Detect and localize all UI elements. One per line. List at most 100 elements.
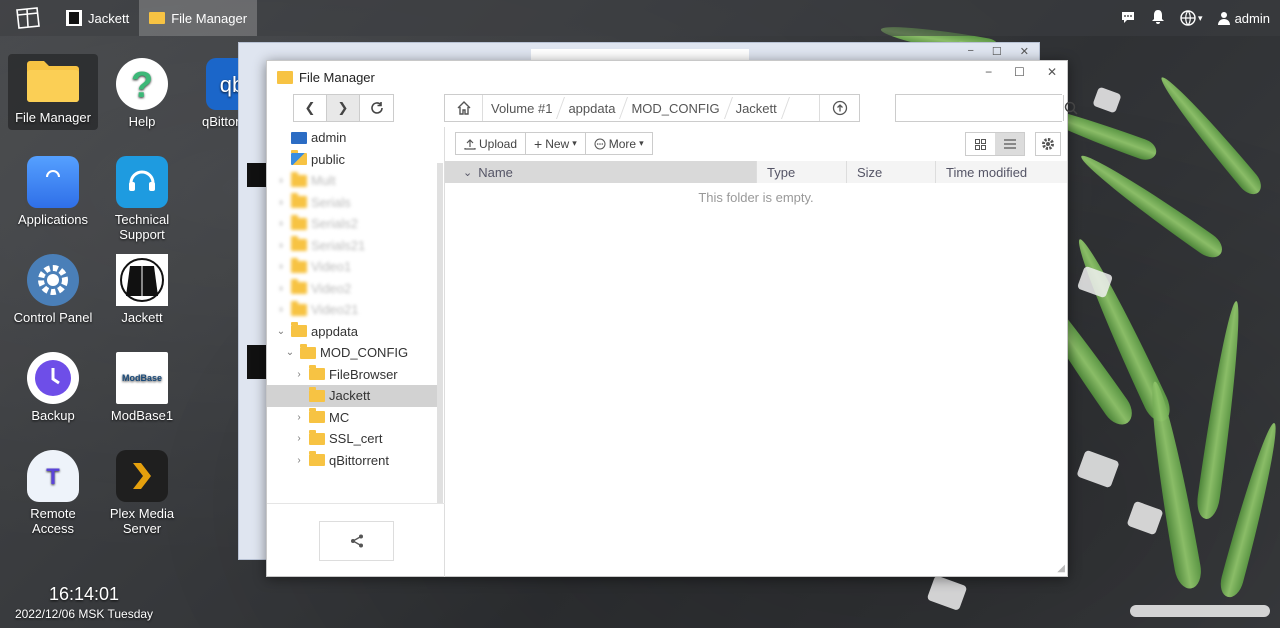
tree-item[interactable]: › FileBrowser [267,364,437,386]
folder-tree-panel: admin public › Mult › Serials › Serials2 › Serial… [267,127,445,577]
column-header-name[interactable]: ⌄ Name [445,161,757,183]
desktop-icon-file-manager[interactable]: File Manager [8,54,98,130]
chevron-right-icon[interactable]: › [293,412,305,423]
column-type-label: Type [767,164,796,180]
sort-descending-icon: ⌄ [463,166,473,179]
breadcrumb-item[interactable]: Jackett [728,95,785,121]
back-button[interactable]: ❮ [294,95,327,121]
search-button[interactable] [1063,95,1078,121]
tree-item[interactable]: admin [267,127,437,149]
list-icon [1003,139,1016,149]
grid-icon [975,138,986,150]
chevron-right-icon[interactable]: › [275,283,287,294]
taskbar-app-label: File Manager [171,10,248,26]
desktop-icon-applications[interactable]: Applications [8,156,98,227]
chevron-right-icon[interactable]: › [275,240,287,251]
column-header-time-modified[interactable]: Time modified [936,161,1056,183]
breadcrumb-item[interactable]: MOD_CONFIG [623,95,727,121]
desktop-icon-jackett[interactable]: Jackett [97,254,187,325]
window-titlebar[interactable]: File Manager [267,61,1067,93]
desktop-icon-label: Jackett [121,310,163,325]
tree-item[interactable]: › Serials [267,192,437,214]
more-label: More [608,136,637,151]
tree-item[interactable]: › Video1 [267,256,437,278]
tree-item[interactable]: Jackett [267,385,437,407]
desktop-icon-remote-access[interactable]: T Remote Access [8,450,98,536]
divider [267,503,445,504]
tree-item[interactable]: › Mult [267,170,437,192]
upload-button[interactable]: Upload [456,133,527,154]
chevron-right-icon[interactable]: › [275,261,287,272]
notification-bell-icon[interactable] [1150,9,1166,28]
close-icon[interactable]: ✕ [1020,45,1029,58]
parent-folder-button[interactable] [819,95,859,121]
maximize-icon[interactable]: ☐ [992,45,1002,58]
maximize-icon[interactable]: ☐ [1014,65,1025,79]
search-icon [1064,101,1078,115]
folder-icon [291,236,307,252]
column-header-size[interactable]: Size [847,161,936,183]
desktop-icon-qbittorrent[interactable]: qb qBittor [190,58,240,129]
chevron-right-icon[interactable]: › [275,218,287,229]
desktop-icon-technical-support[interactable]: Technical Support [97,156,187,242]
chevron-down-icon[interactable]: ⌄ [275,326,287,337]
tree-item[interactable]: › Serials21 [267,235,437,257]
tree-item[interactable]: › qBittorrent [267,450,437,472]
user-icon [1217,12,1230,25]
more-button[interactable]: More ▾ [586,133,652,154]
tree-item[interactable]: › Serials2 [267,213,437,235]
desktop-icon-plex[interactable]: Plex Media Server [97,450,187,536]
chevron-right-icon[interactable]: › [275,304,287,315]
language-globe-icon[interactable]: ▾ [1180,10,1203,26]
breadcrumb-item[interactable]: Volume #1 [483,95,560,121]
taskbar-app-file-manager[interactable]: File Manager [139,0,258,36]
chevron-down-icon[interactable]: ⌄ [284,347,296,358]
minimize-icon[interactable]: − [985,65,992,79]
chat-icon[interactable] [1120,9,1136,28]
new-button[interactable]: + New ▾ [526,133,586,154]
qbittorrent-icon: qb [206,58,240,110]
desktop-icon-label: Backup [31,408,75,423]
user-name: admin [1234,10,1270,26]
tree-item[interactable]: ⌄ appdata [267,321,437,343]
clock-date: 2022/12/06 MSK Tuesday [14,607,154,621]
desktop-icon-backup[interactable]: Backup [8,352,98,423]
chevron-right-icon[interactable]: › [293,455,305,466]
tree-scrollbar[interactable] [437,163,443,503]
share-button[interactable] [319,521,394,561]
search-input[interactable] [896,95,1063,121]
column-header-type[interactable]: Type [757,161,847,183]
tree-item-label: FileBrowser [329,366,398,382]
desktop-icon-help[interactable]: ? Help [97,58,187,129]
breadcrumb-item[interactable]: appdata [560,95,623,121]
settings-button[interactable] [1035,132,1061,156]
list-view-button[interactable] [995,133,1024,155]
tree-item[interactable]: ⌄ MOD_CONFIG [267,342,437,364]
tree-item-label: Serials [311,194,351,210]
chevron-right-icon[interactable]: › [293,433,305,444]
modbase-icon: ModBase [116,352,168,404]
minimize-icon[interactable]: − [967,45,973,58]
resize-grip-icon[interactable]: ◢ [1057,563,1065,574]
tree-item[interactable]: public [267,149,437,171]
tree-item[interactable]: › Video2 [267,278,437,300]
forward-button[interactable]: ❯ [327,95,360,121]
tree-item[interactable]: › SSL_cert [267,428,437,450]
chevron-right-icon[interactable]: › [293,369,305,380]
tree-item[interactable]: › MC [267,407,437,429]
desktop-icon-control-panel[interactable]: Control Panel [8,254,98,325]
chevron-right-icon[interactable]: › [275,175,287,186]
main-menu-button[interactable] [0,0,56,36]
taskbar-app-jackett[interactable]: Jackett [56,0,139,36]
refresh-button[interactable] [360,95,393,121]
desktop-icon-modbase1[interactable]: ModBase ModBase1 [97,352,187,423]
tree-item[interactable]: › Video21 [267,299,437,321]
chevron-right-icon[interactable]: › [275,197,287,208]
home-button[interactable] [445,95,483,121]
close-icon[interactable]: ✕ [1047,65,1057,79]
user-menu[interactable]: admin [1217,11,1270,26]
empty-folder-message: This folder is empty. [698,190,814,205]
grid-view-button[interactable] [966,133,995,155]
caret-down-icon: ▾ [639,138,644,148]
desktop-icon-label: Applications [17,212,89,227]
